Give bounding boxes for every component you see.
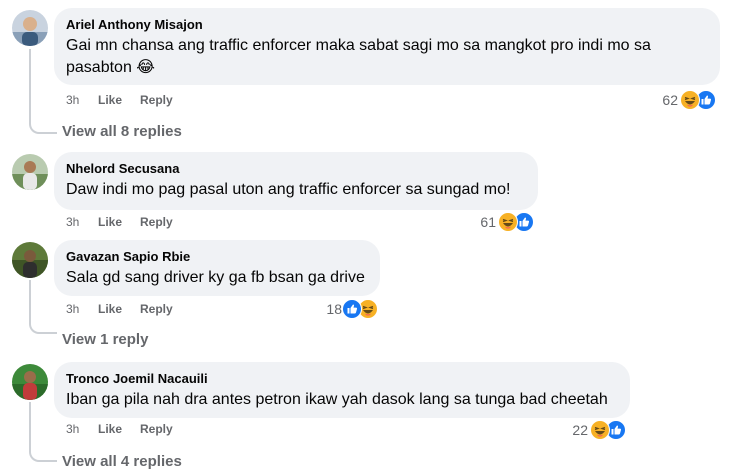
comment-actions: 3h Like Reply xyxy=(66,214,266,230)
like-button[interactable]: Like xyxy=(98,214,122,230)
like-icon xyxy=(342,299,362,319)
comment-text: Sala gd sang driver ky ga fb bsan ga dri… xyxy=(66,269,365,286)
comment-bubble: Gavazan Sapio Rbie Sala gd sang driver k… xyxy=(54,240,380,296)
haha-icon xyxy=(590,420,610,440)
reply-button[interactable]: Reply xyxy=(140,214,173,230)
comment-text: Iban ga pila nah dra antes petron ikaw y… xyxy=(66,391,608,408)
reaction-count: 62 xyxy=(662,92,678,108)
comment-actions: 3h Like Reply xyxy=(66,421,266,437)
comment-author[interactable]: Tronco Joemil Nacauili xyxy=(66,370,618,387)
comment-bubble: Ariel Anthony Misajon Gai mn chansa ang … xyxy=(54,8,720,85)
thread-connector xyxy=(29,280,31,322)
comment-1: Ariel Anthony Misajon Gai mn chansa ang … xyxy=(0,0,750,150)
comment-text: Gai mn chansa ang traffic enforcer maka … xyxy=(66,37,651,76)
comment-time[interactable]: 3h xyxy=(66,301,79,317)
reaction-summary[interactable]: 61 xyxy=(458,212,538,234)
like-button[interactable]: Like xyxy=(98,92,122,108)
comment-4: Tronco Joemil Nacauili Iban ga pila nah … xyxy=(0,358,750,476)
reaction-summary[interactable]: 22 xyxy=(550,420,630,442)
comment-time[interactable]: 3h xyxy=(66,92,79,108)
comment-bubble: Tronco Joemil Nacauili Iban ga pila nah … xyxy=(54,362,630,418)
haha-icon xyxy=(680,90,700,110)
comment-actions: 3h Like Reply xyxy=(66,301,266,317)
comment-time[interactable]: 3h xyxy=(66,421,79,437)
avatar[interactable] xyxy=(12,154,48,190)
reply-button[interactable]: Reply xyxy=(140,301,173,317)
comment-author[interactable]: Nhelord Secusana xyxy=(66,160,526,177)
reaction-summary[interactable]: 18 xyxy=(300,299,380,321)
thread-connector xyxy=(29,320,57,334)
comment-bubble: Nhelord Secusana Daw indi mo pag pasal u… xyxy=(54,152,538,210)
reaction-summary[interactable]: 62 xyxy=(640,90,720,112)
haha-icon xyxy=(498,212,518,232)
thread-connector xyxy=(29,402,31,444)
view-replies-link[interactable]: View all 4 replies xyxy=(62,453,182,470)
comment-text: Daw indi mo pag pasal uton ang traffic e… xyxy=(66,181,511,198)
avatar[interactable] xyxy=(12,242,48,278)
view-replies-link[interactable]: View all 8 replies xyxy=(62,123,182,140)
view-replies-link[interactable]: View 1 reply xyxy=(62,331,148,348)
thread-connector xyxy=(29,49,57,134)
reaction-count: 22 xyxy=(572,422,588,438)
comment-actions: 3h Like Reply xyxy=(66,92,266,108)
avatar[interactable] xyxy=(12,364,48,400)
reaction-count: 61 xyxy=(480,214,496,230)
comment-3: Gavazan Sapio Rbie Sala gd sang driver k… xyxy=(0,236,750,356)
comment-time[interactable]: 3h xyxy=(66,214,79,230)
reply-button[interactable]: Reply xyxy=(140,421,173,437)
reaction-count: 18 xyxy=(326,301,342,317)
like-button[interactable]: Like xyxy=(98,421,122,437)
reply-button[interactable]: Reply xyxy=(140,92,173,108)
avatar[interactable] xyxy=(12,10,48,46)
comment-author[interactable]: Gavazan Sapio Rbie xyxy=(66,248,368,265)
like-button[interactable]: Like xyxy=(98,301,122,317)
comment-2: Nhelord Secusana Daw indi mo pag pasal u… xyxy=(0,148,750,238)
comment-author[interactable]: Ariel Anthony Misajon xyxy=(66,16,708,33)
thread-connector xyxy=(29,442,57,462)
